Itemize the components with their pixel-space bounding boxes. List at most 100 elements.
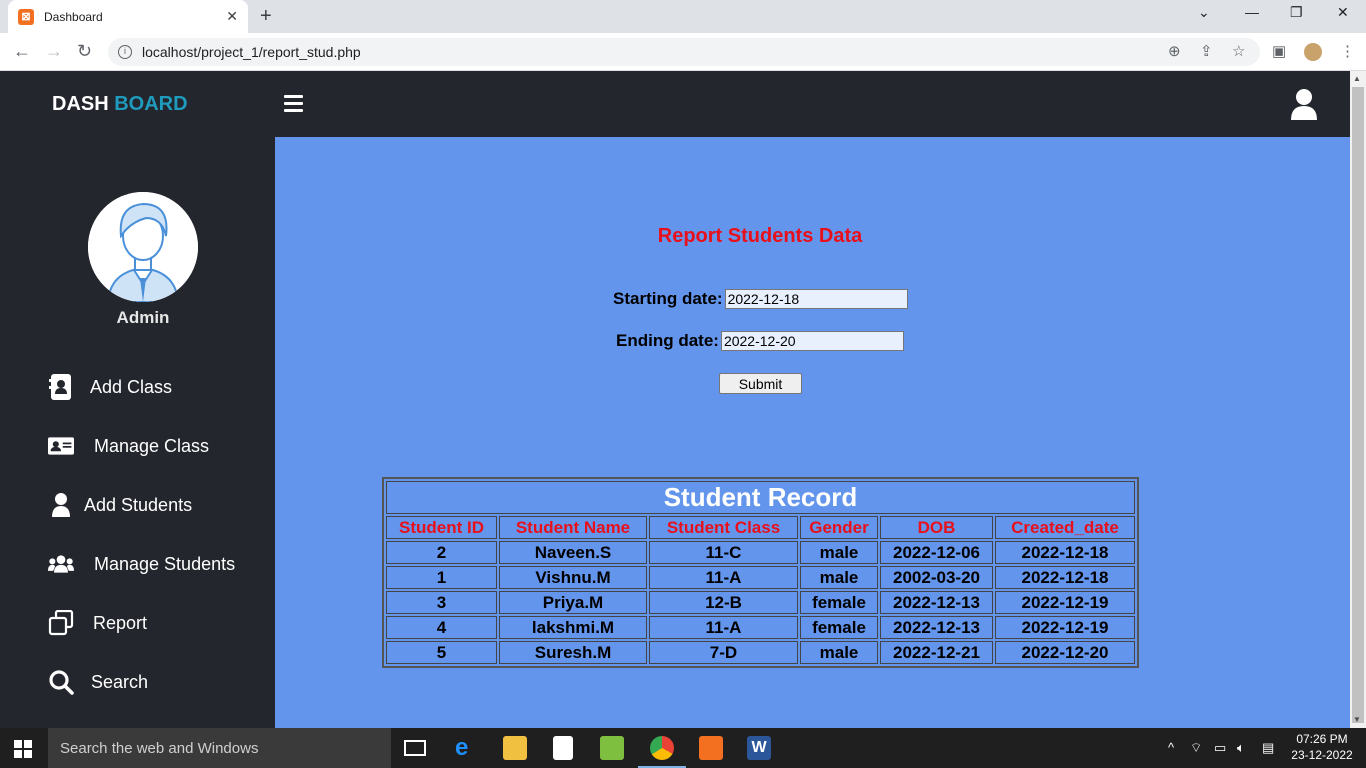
sidebar-item-add-class[interactable]: Add Class	[48, 372, 172, 402]
table-cell: 11-C	[649, 541, 798, 564]
start-date-input[interactable]	[724, 289, 908, 309]
taskbar-search-box[interactable]: Search the web and Windows	[48, 728, 391, 768]
bookmark-star-icon[interactable]: ☆	[1232, 42, 1245, 60]
new-tab-icon[interactable]: +	[260, 5, 272, 28]
tab-search-chevron-icon[interactable]: ⌄	[1198, 4, 1210, 21]
app-header: DASH BOARD	[0, 71, 1350, 137]
sidebar-item-label: Add Class	[90, 376, 173, 397]
column-header: Gender	[800, 516, 878, 539]
tray-chevron-icon[interactable]: ^	[1168, 740, 1174, 755]
table-cell: 5	[386, 641, 497, 664]
wifi-icon[interactable]: ⌔	[1190, 740, 1202, 756]
end-date-input[interactable]	[720, 331, 904, 351]
table-row: 5 Suresh.M 7-D male 2022-12-21 2022-12-2…	[386, 641, 1135, 664]
notification-icon[interactable]: ▤	[1262, 740, 1274, 756]
browser-tab[interactable]: ⊠ Dashboard ✕	[8, 0, 248, 33]
sidebar-item-label: Search	[91, 671, 149, 692]
column-header: Student ID	[386, 516, 497, 539]
table-cell: Priya.M	[499, 591, 647, 614]
volume-icon[interactable]: 🔈︎	[1237, 740, 1245, 756]
brand-text-board: BOARD	[114, 93, 188, 115]
table-cell: 3	[386, 591, 497, 614]
battery-icon[interactable]: ▭	[1214, 740, 1226, 756]
end-date-row: Ending date:	[616, 331, 904, 351]
search-icon	[48, 669, 74, 695]
windows-start-icon[interactable]	[14, 740, 32, 758]
student-record-table: Student Record Student ID Student Name S…	[382, 477, 1139, 668]
task-view-icon[interactable]	[404, 740, 426, 756]
sidebar-item-label: Report	[93, 612, 148, 633]
sidebar-item-label: Manage Students	[94, 553, 236, 574]
column-header: Student Class	[649, 516, 798, 539]
restore-icon[interactable]: ❐	[1290, 4, 1303, 21]
hamburger-menu-icon[interactable]	[284, 95, 303, 112]
table-cell: 12-B	[649, 591, 798, 614]
close-tab-icon[interactable]: ✕	[226, 8, 238, 25]
sidebar-item-manage-students[interactable]: Manage Students	[48, 549, 235, 579]
table-cell: 7-D	[649, 641, 798, 664]
page-scrollbar[interactable]: ▲ ▼	[1350, 71, 1366, 728]
table-cell: 2022-12-19	[995, 616, 1135, 639]
id-card-icon	[48, 433, 74, 459]
table-cell: 2022-12-21	[880, 641, 993, 664]
side-panel-icon[interactable]: ▣	[1272, 42, 1286, 60]
brand-logo: DASH BOARD	[52, 93, 188, 116]
table-cell: 2022-12-13	[880, 616, 993, 639]
submit-button[interactable]: Submit	[719, 373, 802, 394]
table-cell: 11-A	[649, 566, 798, 589]
file-explorer-icon[interactable]	[503, 736, 527, 760]
start-date-row: Starting date:	[613, 289, 908, 309]
table-caption: Student Record	[386, 481, 1135, 514]
column-header: Created_date	[995, 516, 1135, 539]
table-cell: Vishnu.M	[499, 566, 647, 589]
table-cell: 4	[386, 616, 497, 639]
word-icon[interactable]: W	[747, 736, 771, 760]
sidebar-item-label: Manage Class	[94, 435, 210, 456]
scroll-up-arrow-icon[interactable]: ▲	[1353, 74, 1361, 83]
table-cell: 11-A	[649, 616, 798, 639]
user-account-icon[interactable]	[1290, 88, 1318, 120]
page-title: Report Students Data	[657, 225, 863, 247]
site-info-icon[interactable]: i	[118, 45, 132, 59]
profile-avatar-icon[interactable]	[1304, 43, 1322, 61]
minimize-icon[interactable]: —	[1245, 4, 1259, 20]
address-bar[interactable]: i localhost/project_1/report_stud.php	[108, 38, 1260, 66]
zoom-icon[interactable]: ⊕	[1168, 42, 1181, 60]
sidebar-item-manage-class[interactable]: Manage Class	[48, 431, 209, 461]
taskbar-clock[interactable]: 07:26 PM 23-12-2022	[1290, 731, 1354, 763]
reload-icon[interactable]: ↻	[77, 41, 92, 62]
sidebar-item-search[interactable]: Search	[48, 667, 148, 697]
menu-kebab-icon[interactable]: ⋮	[1340, 42, 1355, 60]
table-cell: 1	[386, 566, 497, 589]
start-date-label: Starting date:	[613, 289, 723, 308]
windows-taskbar: Search the web and Windows e W ^ ⌔ ▭ 🔈︎ …	[0, 728, 1366, 768]
clock-time: 07:26 PM	[1296, 732, 1348, 746]
back-icon[interactable]: ←	[13, 41, 31, 62]
user-icon	[48, 492, 74, 518]
column-header: Student Name	[499, 516, 647, 539]
tab-title: Dashboard	[44, 9, 103, 24]
table-cell: male	[800, 641, 878, 664]
table-cell: 2022-12-18	[995, 566, 1135, 589]
users-icon	[48, 551, 74, 577]
share-icon[interactable]: ⇪	[1200, 42, 1213, 60]
chrome-icon[interactable]	[650, 736, 674, 760]
brand-text-dash: DASH	[52, 93, 109, 115]
scroll-down-arrow-icon[interactable]: ▼	[1353, 715, 1361, 724]
scroll-thumb[interactable]	[1352, 87, 1364, 723]
browser-tab-strip: ⊠ Dashboard ✕ + ⌄ — ❐ ✕	[0, 0, 1366, 33]
table-cell: Suresh.M	[499, 641, 647, 664]
notepad-plus-icon[interactable]	[600, 736, 624, 760]
xampp-icon[interactable]	[699, 736, 723, 760]
sidebar-item-report[interactable]: Report	[48, 608, 147, 638]
table-cell: lakshmi.M	[499, 616, 647, 639]
table-cell: 2022-12-06	[880, 541, 993, 564]
table-header-row: Student ID Student Name Student Class Ge…	[386, 516, 1135, 539]
window-close-icon[interactable]: ✕	[1337, 4, 1349, 21]
main-content: Report Students Data Starting date: Endi…	[275, 137, 1350, 728]
edge-browser-icon[interactable]: e	[455, 736, 479, 760]
forward-icon[interactable]: →	[45, 41, 63, 62]
store-icon[interactable]	[553, 736, 573, 760]
sidebar-item-add-students[interactable]: Add Students	[48, 490, 192, 520]
table-row: 1 Vishnu.M 11-A male 2002-03-20 2022-12-…	[386, 566, 1135, 589]
